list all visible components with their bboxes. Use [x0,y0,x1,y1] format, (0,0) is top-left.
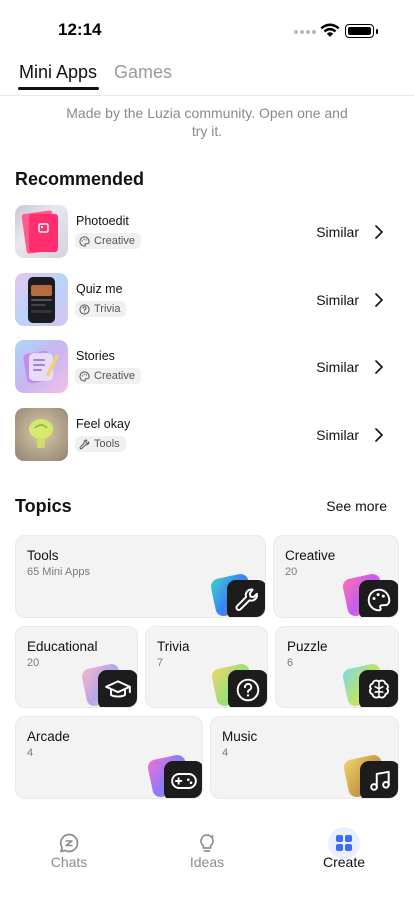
recommended-item[interactable]: Quiz me Trivia Similar [15,273,399,327]
similar-button[interactable]: Similar [316,224,359,240]
topic-count: 7 [157,657,164,669]
similar-button[interactable]: Similar [316,359,359,375]
category-tag: Creative [75,233,141,249]
topic-name: Puzzle [287,639,328,654]
topic-art [146,753,202,798]
wifi-icon [320,23,340,37]
topic-name: Educational [27,639,98,654]
graduation-cap-icon [105,680,131,698]
similar-button[interactable]: Similar [316,292,359,308]
topic-art [80,662,137,707]
stories-thumbnail [15,340,68,393]
category-tag: Trivia [75,301,127,317]
topic-card-music[interactable]: Music 4 [210,716,399,799]
intro-text: Made by the Luzia community. Open one an… [66,105,348,139]
active-tab-indicator [18,87,99,90]
status-bar: 12:14 [0,0,414,50]
tab-bar: Mini Apps Games [0,56,414,96]
topic-name: Trivia [157,639,190,654]
topic-name: Tools [27,548,59,563]
topic-name: Music [222,729,258,744]
gamepad-icon [171,773,197,789]
chevron-right-icon[interactable] [375,428,383,442]
palette-icon [79,235,90,247]
recommended-item[interactable]: Feel okay Tools Similar [15,408,399,462]
nav-label: Create [322,854,366,870]
topic-count: 20 [27,657,40,669]
nav-label: Chats [50,854,88,870]
topic-count: 6 [287,657,294,669]
bottom-nav: Chats Ideas Create [0,820,414,880]
category-tag-label: Trivia [94,303,121,315]
quiz-me-thumbnail [15,273,68,326]
music-note-icon [370,770,390,791]
category-tag-label: Creative [94,235,135,247]
palette-icon [367,588,391,612]
similar-button[interactable]: Similar [316,427,359,443]
topic-card-creative[interactable]: Creative 20 [273,535,399,618]
topic-count: 20 [285,566,298,578]
topic-name: Arcade [27,729,70,744]
recommended-item[interactable]: Photoedit Creative Similar [15,205,399,259]
recommended-item[interactable]: Stories Creative Similar [15,340,399,394]
recommended-item-name: Photoedit [76,214,129,228]
wrench-icon [79,439,90,449]
topic-art [341,572,398,617]
tab-mini-apps[interactable]: Mini Apps [19,62,97,83]
category-tag-label: Creative [94,370,135,382]
topic-card-arcade[interactable]: Arcade 4 [15,716,203,799]
topic-art [341,662,398,707]
topic-art [209,572,265,617]
topic-art [342,753,398,798]
topic-card-puzzle[interactable]: Puzzle 6 [275,626,399,708]
category-tag-label: Tools [94,438,120,450]
status-time: 12:14 [58,20,102,39]
signal-dots-icon [294,30,316,34]
question-icon [236,678,260,702]
topic-count: 65 Mini Apps [27,566,90,578]
chevron-right-icon[interactable] [375,360,383,374]
chevron-right-icon[interactable] [375,293,383,307]
recommended-item-name: Stories [76,349,115,363]
photoedit-thumbnail [15,205,68,258]
topic-card-tools[interactable]: Tools 65 Mini Apps [15,535,266,618]
nav-label: Ideas [189,854,225,870]
question-icon [79,303,90,315]
category-tag: Tools [75,436,126,452]
recommended-item-name: Quiz me [76,282,123,296]
topic-card-educational[interactable]: Educational 20 [15,626,138,708]
wrench-icon [235,588,258,611]
chevron-right-icon[interactable] [375,225,383,239]
battery-icon [345,24,378,38]
topic-name: Creative [285,548,336,563]
recommended-item-name: Feel okay [76,417,131,431]
feel-okay-thumbnail [15,408,68,461]
topic-count: 4 [222,747,229,759]
recommended-title: Recommended [15,169,145,189]
brain-icon [369,679,389,699]
category-tag: Creative [75,368,141,384]
topics-title: Topics [15,496,72,516]
topic-card-trivia[interactable]: Trivia 7 [145,626,268,708]
tab-games[interactable]: Games [114,62,172,83]
palette-icon [79,370,90,382]
topic-art [210,662,267,707]
topic-count: 4 [27,747,34,759]
see-more-link[interactable]: See more [326,498,387,514]
